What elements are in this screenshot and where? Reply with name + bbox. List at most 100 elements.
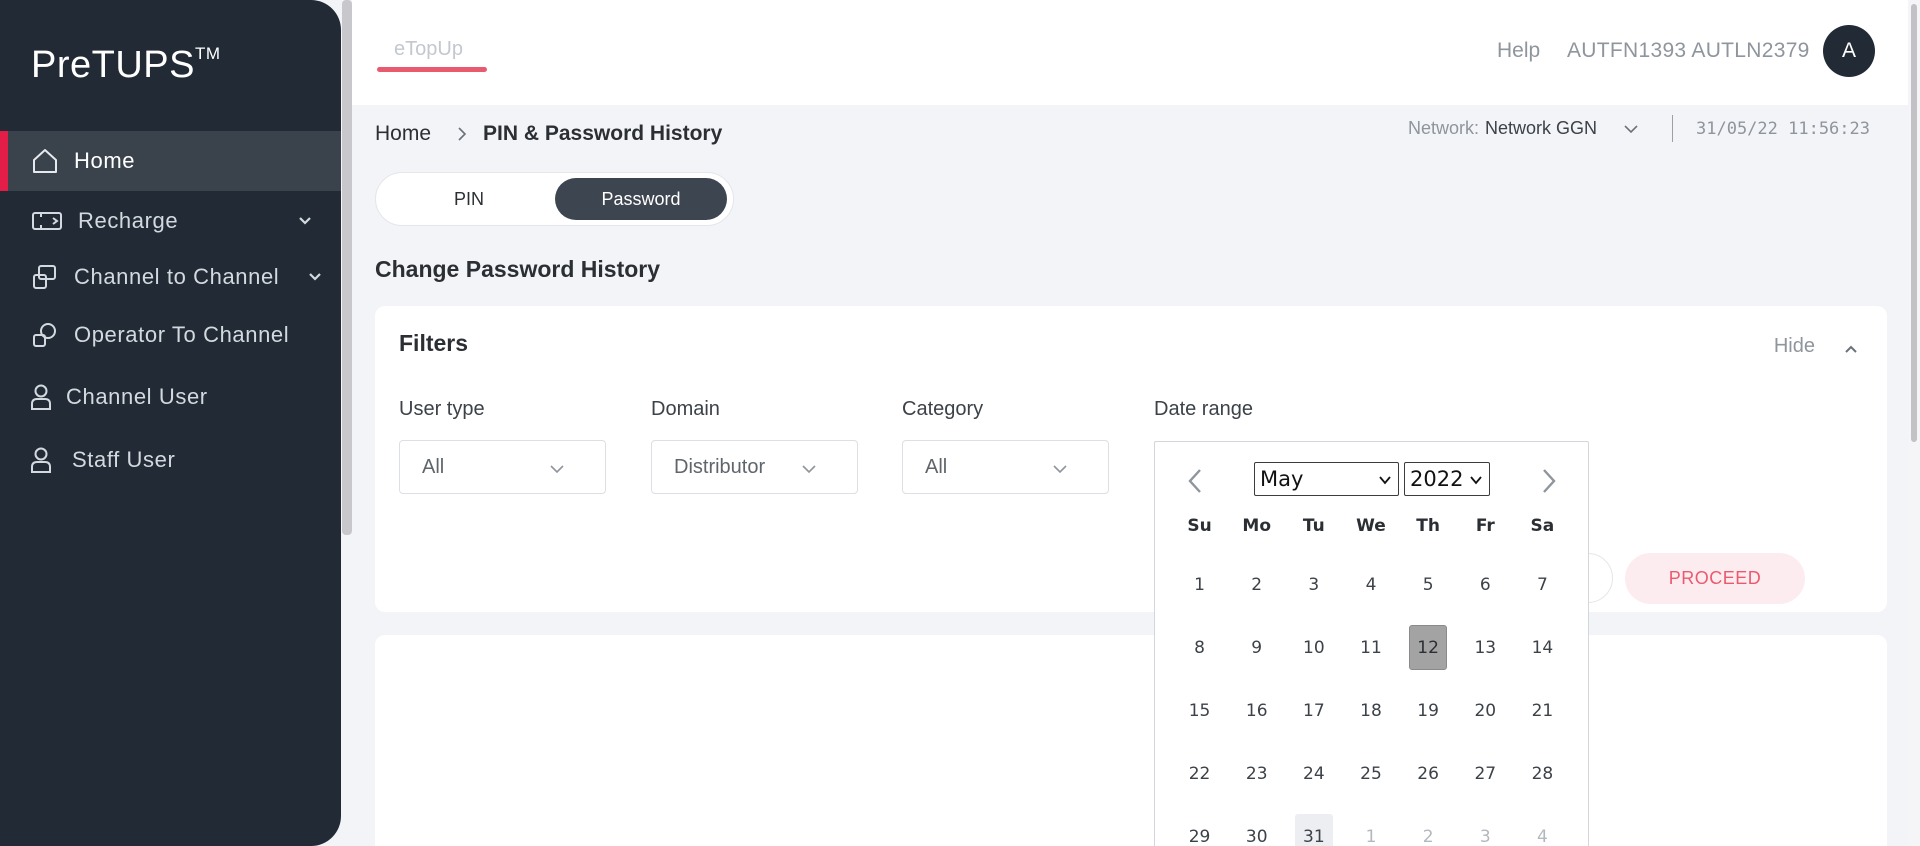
calendar-day[interactable]: 30 [1228, 805, 1285, 846]
sidebar-scrollbar[interactable] [342, 0, 352, 535]
calendar-day[interactable]: 7 [1514, 553, 1571, 616]
calendar-day[interactable]: 25 [1342, 742, 1399, 805]
calendar-day-number: 4 [1365, 574, 1377, 595]
month-value: May [1260, 467, 1304, 491]
calendar-day-number: 1 [1194, 574, 1205, 595]
weekday-label: Th [1416, 516, 1440, 536]
calendar-day[interactable]: 21 [1514, 679, 1571, 742]
sidebar-item-home[interactable]: Home [0, 131, 341, 191]
calendar-day[interactable]: 13 [1457, 616, 1514, 679]
calendar-day-number: 26 [1417, 763, 1439, 784]
calendar-day-number: 22 [1188, 763, 1211, 784]
tab-etopup[interactable]: eTopUp [394, 38, 463, 61]
brand-logo: PreTUPSTM [31, 44, 221, 86]
calendar-day[interactable]: 11 [1342, 616, 1399, 679]
weekday-label: Fr [1475, 516, 1495, 536]
category-select[interactable]: All [902, 440, 1109, 494]
calendar-day[interactable]: 3 [1457, 805, 1514, 846]
calendar-day[interactable]: 27 [1457, 742, 1514, 805]
weekday-label: Tu [1302, 516, 1325, 536]
sidebar-item-operator-to-channel[interactable]: Operator To Channel [0, 305, 341, 365]
weekday-label: We [1356, 516, 1386, 536]
network-selector[interactable]: Network: Network GGN [1408, 118, 1639, 139]
sidebar-item-recharge[interactable]: Recharge [0, 191, 341, 251]
calendar-day[interactable]: 8 [1171, 616, 1228, 679]
calendar-day[interactable]: 1 [1342, 805, 1399, 846]
weekday-label: Mo [1242, 516, 1272, 536]
calendar-day[interactable]: 17 [1285, 679, 1342, 742]
hide-filters-button[interactable]: Hide [1774, 335, 1815, 358]
calendar-day[interactable]: 29 [1171, 805, 1228, 846]
calendar-day[interactable]: 3 [1285, 553, 1342, 616]
proceed-button[interactable]: PROCEED [1625, 553, 1805, 604]
calendar-day[interactable]: 16 [1228, 679, 1285, 742]
user-type-select[interactable]: All [399, 440, 606, 494]
sidebar-item-label: Recharge [78, 208, 179, 233]
avatar[interactable]: A [1823, 25, 1875, 77]
breadcrumb-current: PIN & Password History [483, 122, 723, 145]
sidebar-item-channel-user[interactable]: Channel User [0, 367, 341, 427]
calendar-day-number: 1 [1365, 826, 1377, 846]
domain-select[interactable]: Distributor [651, 440, 858, 494]
filters-card: Filters Hide User type All Domain Distri… [375, 306, 1887, 612]
calendar-day-number: 25 [1360, 763, 1382, 784]
filters-title: Filters [399, 330, 469, 356]
calendar-day[interactable]: 9 [1228, 616, 1285, 679]
sidebar-item-label: Operator To Channel [74, 322, 290, 347]
calendar-day[interactable]: 18 [1342, 679, 1399, 742]
sidebar-item-label: Channel to Channel [74, 264, 280, 289]
chevron-left-icon[interactable] [1183, 466, 1207, 496]
calendar-day[interactable]: 2 [1228, 553, 1285, 616]
calendar-day-today[interactable]: 31 [1285, 805, 1342, 846]
calendar-day-number: 2 [1422, 826, 1434, 846]
chevron-right-icon[interactable] [1537, 466, 1561, 496]
toggle-password[interactable]: Password [555, 178, 727, 220]
chevron-up-icon[interactable] [1843, 341, 1859, 357]
year-value: 2022 [1410, 467, 1464, 491]
calendar-day[interactable]: 19 [1400, 679, 1457, 742]
calendar-day[interactable]: 22 [1171, 742, 1228, 805]
user-icon [30, 445, 52, 475]
calendar-day[interactable]: 23 [1228, 742, 1285, 805]
calendar-day[interactable]: 2 [1400, 805, 1457, 846]
channel-to-channel-icon [30, 262, 60, 292]
sidebar-item-staff-user[interactable]: Staff User [0, 430, 341, 490]
calendar-day-number: 29 [1188, 826, 1211, 846]
calendar-day[interactable]: 28 [1514, 742, 1571, 805]
user-name[interactable]: AUTFN1393 AUTLN2379 [1567, 39, 1810, 63]
calendar-day[interactable]: 4 [1514, 805, 1571, 846]
calendar-day[interactable]: 1 [1171, 553, 1228, 616]
calendar-day-number: 8 [1194, 637, 1205, 658]
calendar-day-number: 4 [1536, 826, 1548, 846]
sidebar-item-label: Channel User [66, 384, 208, 409]
calendar-day-number: 6 [1479, 574, 1491, 595]
help-link[interactable]: Help [1497, 39, 1540, 63]
month-select[interactable]: May [1254, 462, 1399, 496]
calendar-day-number: 3 [1308, 574, 1320, 595]
calendar-day[interactable]: 4 [1342, 553, 1399, 616]
domain-value: Distributor [674, 455, 766, 478]
chevron-down-icon [309, 273, 321, 281]
calendar-day-selected[interactable]: 12 [1400, 616, 1457, 679]
calendar-day[interactable]: 6 [1457, 553, 1514, 616]
breadcrumb-home[interactable]: Home [375, 122, 431, 146]
calendar-day[interactable]: 15 [1171, 679, 1228, 742]
calendar-day[interactable]: 26 [1400, 742, 1457, 805]
calendar-day-number: 2 [1251, 574, 1263, 595]
calendar-day-number: 5 [1422, 574, 1434, 595]
page-scrollbar[interactable] [1908, 0, 1920, 846]
scrollbar-thumb[interactable] [1911, 4, 1917, 442]
date-time: 31/05/22 11:56:23 [1696, 119, 1870, 139]
sidebar-item-channel-to-channel[interactable]: Channel to Channel [0, 247, 341, 307]
operator-to-channel-icon [30, 320, 60, 350]
calendar-day[interactable]: 20 [1457, 679, 1514, 742]
calendar-day-number: 23 [1245, 763, 1268, 784]
calendar-day[interactable]: 5 [1400, 553, 1457, 616]
year-select[interactable]: 2022 [1404, 462, 1490, 496]
calendar-day[interactable]: 24 [1285, 742, 1342, 805]
calendar-day[interactable]: 10 [1285, 616, 1342, 679]
calendar-day[interactable]: 14 [1514, 616, 1571, 679]
calendar-day-number: 17 [1303, 700, 1325, 721]
network-value: Network GGN [1485, 118, 1598, 138]
toggle-pin[interactable]: PIN [383, 178, 555, 220]
